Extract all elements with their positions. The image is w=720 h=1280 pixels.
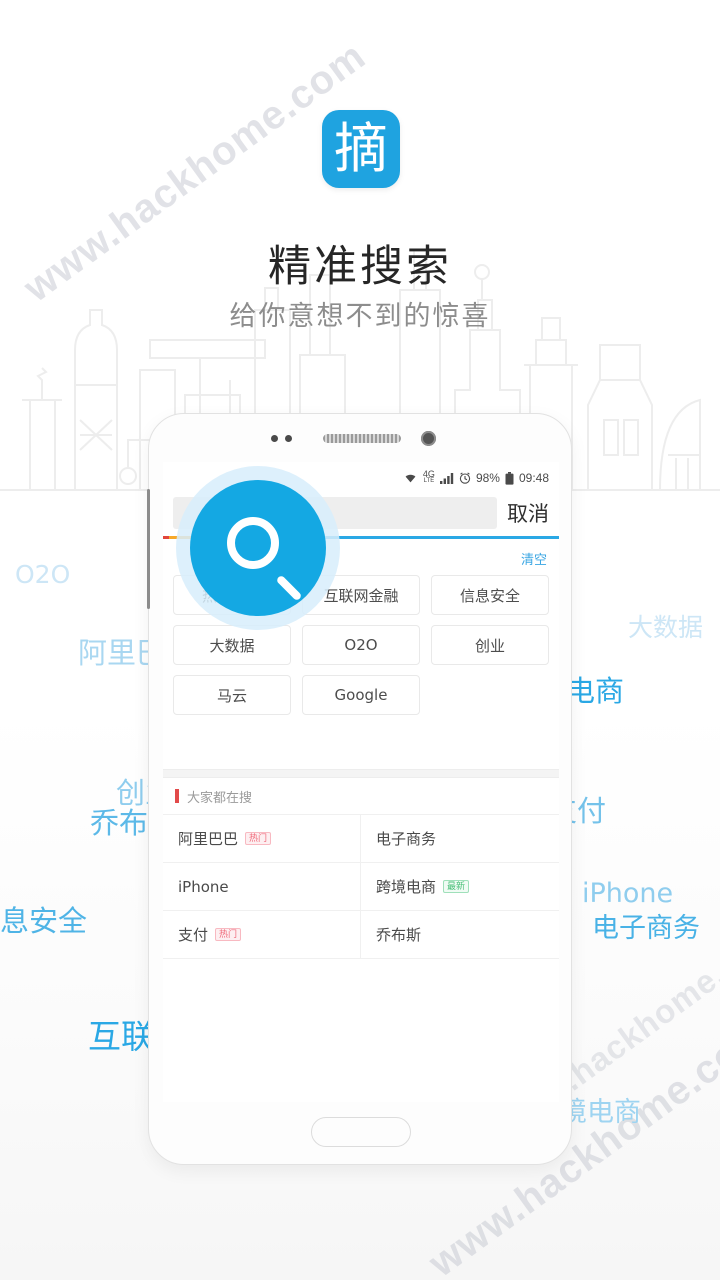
floating-keyword: O2O	[15, 560, 71, 589]
hot-search-item[interactable]: iPhone	[163, 863, 361, 910]
hot-section-title: 大家都在搜	[187, 790, 253, 806]
keyword-chip[interactable]: 信息安全	[431, 575, 549, 615]
page-title: 精准搜索	[268, 242, 452, 292]
list-end-divider	[163, 958, 559, 959]
table-row: iPhone 跨境电商 最新	[163, 862, 559, 910]
phone-top-bezel	[149, 414, 573, 462]
keyword-chip[interactable]: 创业	[431, 625, 549, 665]
keyword-chip[interactable]: 马云	[173, 675, 291, 715]
promo-page: www.hackhome.com www.hackhome.com www.ha…	[0, 0, 720, 1280]
signal-icon	[439, 472, 454, 484]
app-logo-glyph: 摘	[334, 117, 388, 180]
cancel-button[interactable]: 取消	[507, 498, 549, 528]
keyword-chip[interactable]: Google	[302, 675, 420, 715]
phone-side-button[interactable]	[147, 489, 150, 609]
hot-search-label: 支付	[178, 926, 209, 944]
floating-keyword: 电子商务	[592, 913, 700, 944]
section-divider	[163, 769, 559, 778]
hot-search-label: iPhone	[178, 877, 229, 896]
hot-search-label: 跨境电商	[376, 878, 437, 896]
search-icon-badge	[190, 480, 326, 616]
hot-search-list: 阿里巴巴 热门 电子商务 iPhone 跨境电商 最新 支付 热门 乔布斯	[163, 814, 559, 959]
hot-search-item[interactable]: 电子商务	[361, 815, 559, 862]
app-logo: 摘	[322, 110, 400, 188]
alarm-clock-icon	[459, 472, 471, 484]
floating-keyword: iPhone	[582, 878, 674, 909]
hot-search-item[interactable]: 跨境电商 最新	[361, 863, 559, 910]
floating-keyword: 息安全	[0, 904, 88, 938]
battery-percent-label: 98%	[475, 471, 500, 485]
sensor-dots-icon	[271, 435, 299, 442]
status-bar: 4G LTE 98% 09:48	[403, 468, 549, 488]
hot-search-label: 阿里巴巴	[178, 830, 239, 848]
earpiece-speaker	[323, 434, 401, 443]
table-row: 阿里巴巴 热门 电子商务	[163, 814, 559, 862]
clear-button[interactable]: 清空	[521, 549, 547, 568]
4g-lte-icon: 4G LTE	[422, 469, 435, 485]
hot-section-header: 大家都在搜	[163, 778, 559, 814]
search-icon	[227, 517, 303, 602]
hot-search-item[interactable]: 乔布斯	[361, 911, 559, 958]
clock-label: 09:48	[518, 471, 549, 485]
table-row: 支付 热门 乔布斯	[163, 910, 559, 958]
hot-search-label: 乔布斯	[376, 926, 422, 944]
status-badge: 热门	[215, 928, 242, 941]
page-subtitle: 给你意想不到的惊喜	[229, 301, 491, 332]
battery-icon	[505, 471, 514, 485]
wifi-icon	[403, 472, 418, 484]
hot-search-label: 电子商务	[376, 830, 437, 848]
hot-search-item[interactable]: 支付 热门	[163, 911, 361, 958]
status-badge: 热门	[245, 832, 272, 845]
status-badge: 最新	[443, 880, 470, 893]
front-camera-icon	[421, 431, 436, 446]
floating-keyword: 境电商	[560, 1097, 641, 1128]
keyword-chip[interactable]: 大数据	[173, 625, 291, 665]
keyword-chip[interactable]: O2O	[302, 625, 420, 665]
hot-search-item[interactable]: 阿里巴巴 热门	[163, 815, 361, 862]
home-button[interactable]	[311, 1117, 411, 1147]
floating-keyword: 大数据	[628, 613, 704, 642]
section-accent-bar	[175, 789, 179, 803]
